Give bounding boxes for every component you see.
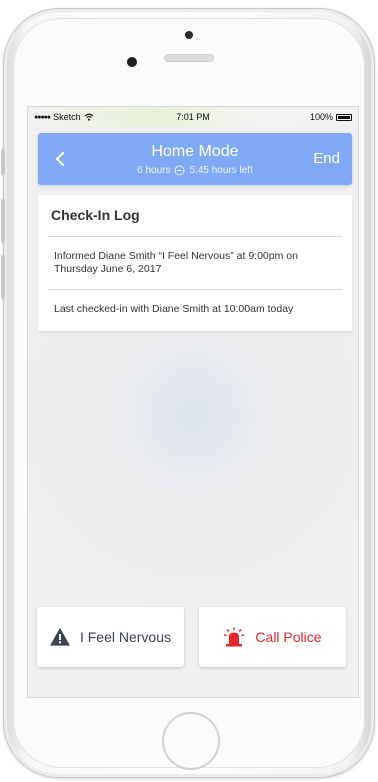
i-feel-nervous-label: I Feel Nervous xyxy=(79,629,172,645)
volume-down-button xyxy=(1,255,5,299)
warning-icon xyxy=(50,628,70,646)
battery-icon xyxy=(336,113,352,121)
mute-switch xyxy=(1,149,5,175)
end-button[interactable]: End xyxy=(313,150,340,167)
mode-subtitle: 6 hours 5:45 hours left xyxy=(38,165,352,176)
phone-screen: ●●●●● Sketch 7:01 PM 100% Home Mode 6 ho… xyxy=(27,106,359,698)
home-button[interactable] xyxy=(162,712,220,770)
mode-header: Home Mode 6 hours 5:45 hours left End xyxy=(38,133,352,185)
mode-duration: 6 hours xyxy=(137,165,171,176)
front-camera xyxy=(185,31,193,39)
log-entry: Last checked-in with Diane Smith at 10:0… xyxy=(54,303,294,315)
earpiece-speaker xyxy=(164,54,214,62)
siren-icon xyxy=(224,627,245,647)
call-police-label: Call Police xyxy=(255,629,322,645)
mode-title: Home Mode xyxy=(151,143,239,160)
volume-up-button xyxy=(1,199,5,243)
divider xyxy=(48,289,342,290)
check-in-log-title: Check-In Log xyxy=(51,207,140,223)
carrier-name: Sketch xyxy=(53,112,81,122)
i-feel-nervous-button[interactable]: I Feel Nervous xyxy=(37,607,184,667)
status-right: 100% xyxy=(310,112,352,122)
check-in-log-card: Check-In Log Informed Diane Smith “I Fee… xyxy=(38,195,352,331)
wifi-icon xyxy=(84,113,94,121)
status-left: ●●●●● Sketch xyxy=(34,112,94,122)
call-police-button[interactable]: Call Police xyxy=(199,607,346,667)
mode-remaining: 5:45 hours left xyxy=(189,165,253,176)
proximity-sensor xyxy=(127,57,137,67)
divider xyxy=(48,236,342,237)
log-entry: Informed Diane Smith “I Feel Nervous” at… xyxy=(54,250,298,275)
status-bar: ●●●●● Sketch 7:01 PM 100% xyxy=(28,107,358,127)
battery-percent: 100% xyxy=(309,112,333,122)
timer-icon xyxy=(174,165,185,176)
signal-icon: ●●●●● xyxy=(34,113,51,121)
